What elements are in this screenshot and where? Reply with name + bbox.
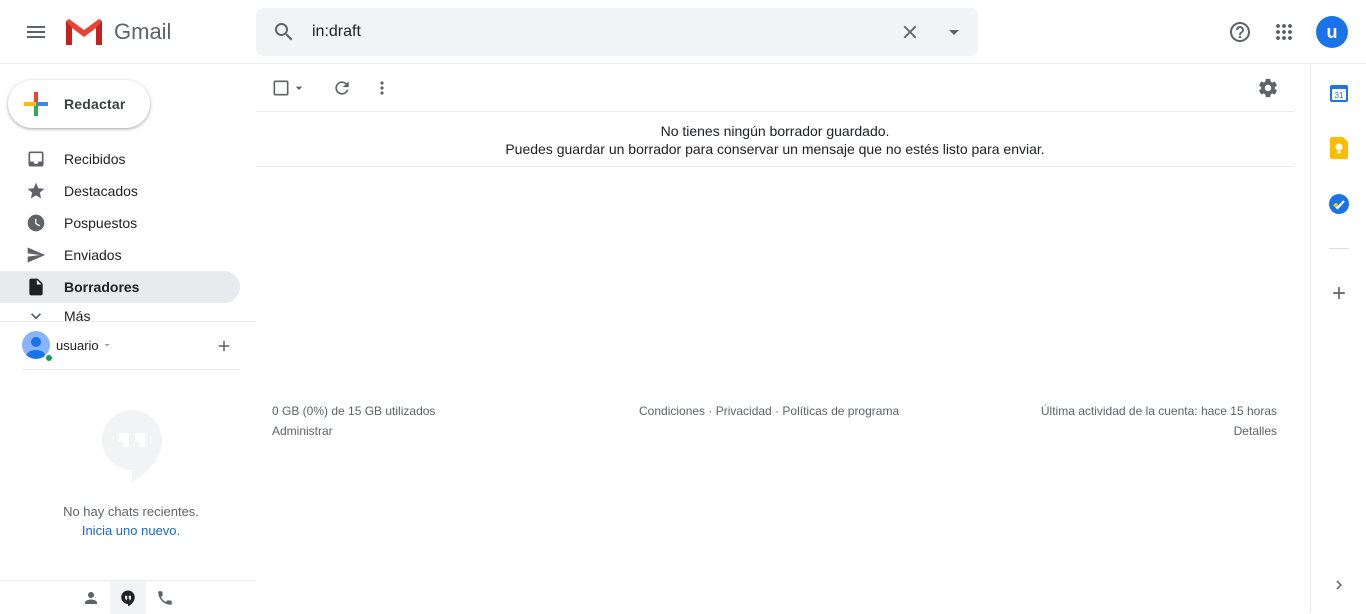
last-activity-text: Última actividad de la cuenta: hace 15 h… (1040, 404, 1277, 418)
get-addons-button[interactable] (1323, 277, 1355, 309)
settings-button[interactable] (1252, 72, 1284, 104)
gear-icon (1259, 78, 1277, 98)
checkbox-icon (273, 80, 289, 96)
sidebar-item-label: Destacados (64, 183, 138, 199)
chats-tab[interactable] (110, 581, 146, 614)
clock-icon (26, 213, 46, 233)
details-link[interactable]: Detalles (1041, 421, 1277, 441)
message-toolbar (256, 64, 1294, 112)
sidebar-item-label: Pospuestos (64, 215, 138, 231)
compose-label: Redactar (64, 96, 126, 112)
sidebar-item-label: Enviados (64, 247, 122, 263)
no-chats-text: No hay chats recientes. (63, 504, 199, 519)
empty-subtitle: Puedes guardar un borrador para conserva… (505, 141, 1045, 157)
side-panel: 31 (1310, 64, 1366, 613)
chevron-down-icon (26, 306, 46, 326)
empty-drafts-message: No tienes ningún borrador guardado. Pued… (256, 112, 1294, 167)
hangouts-user[interactable]: usuario (22, 330, 242, 363)
gmail-logo-link[interactable]: Gmail (64, 16, 171, 48)
account-avatar[interactable]: u (1316, 16, 1348, 48)
sidebar-item-starred[interactable]: Destacados (0, 175, 240, 207)
manage-storage-link[interactable]: Administrar (272, 421, 435, 441)
search-icon (275, 23, 293, 41)
sidebar-item-label: Recibidos (64, 151, 126, 167)
refresh-icon (335, 81, 349, 95)
search-options-button[interactable] (934, 12, 974, 52)
folder-list: Recibidos Destacados Pospuestos Enviados… (0, 143, 256, 329)
main-content: No tienes ningún borrador guardado. Pued… (256, 64, 1310, 613)
sidebar-item-snoozed[interactable]: Pospuestos (0, 207, 240, 239)
hangouts-avatar (22, 331, 54, 363)
online-status-icon (44, 353, 54, 363)
side-panel-divider (1329, 248, 1349, 249)
menu-icon (27, 26, 45, 38)
apps-grid-icon (1276, 24, 1292, 40)
hangouts-user-name: usuario (56, 337, 99, 353)
hangouts-divider (22, 369, 240, 370)
sidebar-item-inbox[interactable]: Recibidos (0, 143, 240, 175)
new-chat-button[interactable] (214, 336, 234, 356)
search-button[interactable] (256, 8, 312, 56)
close-icon (903, 25, 917, 39)
clear-search-button[interactable] (890, 12, 930, 52)
more-options-button[interactable] (366, 72, 398, 104)
caret-down-icon (295, 86, 303, 90)
select-all-checkbox[interactable] (270, 72, 308, 104)
calendar-addon-button[interactable]: 31 (1323, 77, 1355, 109)
top-bar: Gmail u (0, 0, 1366, 64)
sidebar-item-sent[interactable]: Enviados (0, 239, 240, 271)
plus-icon (1333, 287, 1345, 299)
tasks-icon (1329, 194, 1349, 214)
apps-button[interactable] (1264, 12, 1304, 52)
caret-down-icon (104, 344, 110, 347)
sidebar-divider (0, 321, 256, 322)
search-bar (256, 8, 978, 56)
send-icon (26, 245, 46, 265)
keep-addon-button[interactable] (1323, 132, 1355, 164)
more-vert-icon (380, 81, 384, 95)
sidebar: Redactar Recibidos Destacados Pospuestos… (0, 64, 256, 614)
storage-info: 0 GB (0%) de 15 GB utilizados Administra… (272, 401, 435, 441)
compose-button[interactable]: Redactar (8, 80, 150, 128)
sidebar-item-more[interactable]: Más (0, 303, 240, 329)
policy-links[interactable]: Condiciones · Privacidad · Políticas de … (639, 401, 899, 421)
empty-title: No tienes ningún borrador guardado. (660, 123, 890, 139)
hangouts-bottom-bar (0, 580, 256, 614)
sidebar-item-drafts[interactable]: Borradores (0, 271, 240, 303)
hide-side-panel-button[interactable] (1323, 569, 1355, 601)
tasks-addon-button[interactable] (1323, 188, 1355, 220)
sidebar-item-label: Borradores (64, 279, 140, 295)
contacts-tab[interactable] (73, 581, 109, 614)
calls-tab[interactable] (147, 581, 183, 614)
account-activity: Última actividad de la cuenta: hace 15 h… (1041, 401, 1277, 441)
calendar-day: 31 (1335, 91, 1344, 100)
main-menu-button[interactable] (16, 12, 56, 52)
phone-icon (158, 590, 172, 605)
person-icon (85, 591, 97, 604)
star-icon (26, 181, 46, 201)
storage-usage: 0 GB (0%) de 15 GB utilizados (272, 404, 436, 418)
start-new-chat-link[interactable]: Inicia uno nuevo. (0, 523, 262, 538)
hangouts-icon (121, 590, 135, 606)
help-icon (1230, 22, 1250, 42)
dropdown-arrow-icon (949, 30, 959, 35)
hangouts-quote-icon (102, 410, 162, 487)
help-button[interactable] (1220, 12, 1260, 52)
search-input[interactable] (312, 8, 890, 56)
plus-icon (218, 340, 230, 352)
calendar-icon: 31 (1330, 85, 1348, 102)
chevron-right-icon (1336, 580, 1342, 590)
gmail-logo-icon (66, 19, 102, 45)
inbox-icon (26, 149, 46, 169)
compose-plus-icon (24, 92, 48, 116)
app-name: Gmail (114, 19, 172, 44)
keep-icon (1330, 137, 1348, 159)
refresh-button[interactable] (326, 72, 358, 104)
draft-icon (26, 277, 46, 297)
